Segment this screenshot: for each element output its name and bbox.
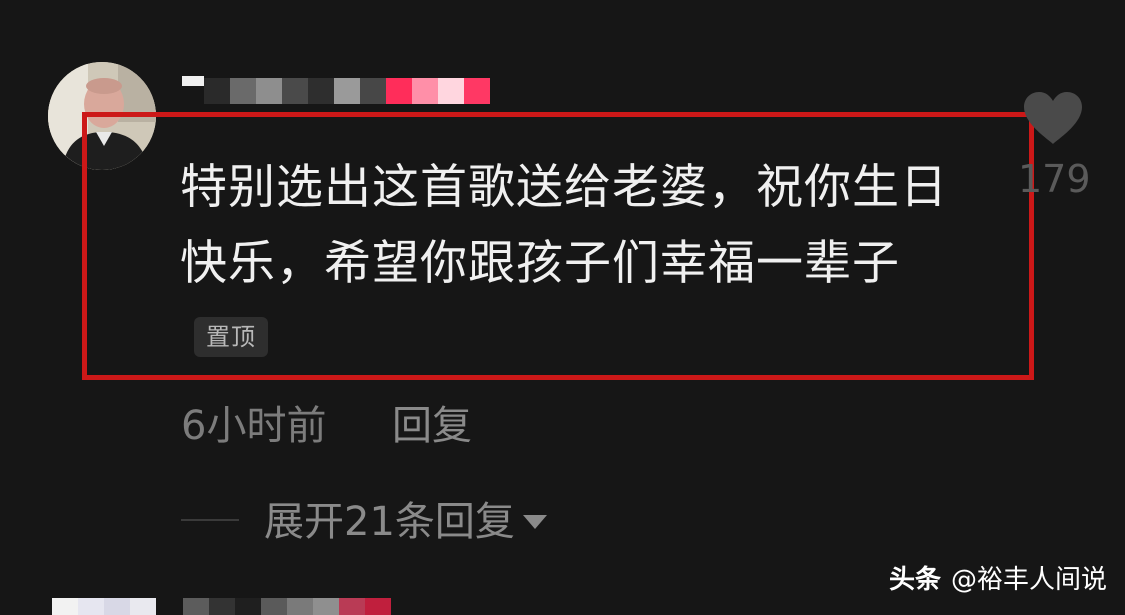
username-mosaic[interactable] [182,76,490,106]
username-pixel [282,78,308,104]
next-name-pixel [365,598,391,615]
username-pixel [360,78,386,104]
comment-body: 特别选出这首歌送给老婆，祝你生日快乐，希望你跟孩子们幸福一辈子置顶 [180,150,960,378]
heart-icon[interactable] [1022,90,1084,146]
like-count: 179 [1018,157,1091,201]
next-avatar-pixel [104,598,130,615]
username-pixel [464,78,490,104]
username-pixel [438,78,464,104]
username-pixel [256,78,282,104]
comment-page: 特别选出这首歌送给老婆，祝你生日快乐，希望你跟孩子们幸福一辈子置顶 179 6小… [0,0,1125,615]
username-pixel [204,78,230,104]
username-pixel [308,78,334,104]
next-name-pixel [339,598,365,615]
expand-divider [181,519,239,521]
username-pixel [230,78,256,104]
watermark-brand: 头条 [888,565,941,595]
pinned-badge: 置顶 [194,317,268,357]
comment-time: 6小时前 [181,403,327,449]
next-name-pixel [209,598,235,615]
username-pixel [412,78,438,104]
next-comment-username-mosaic[interactable] [183,598,391,615]
next-avatar-pixel [130,598,156,615]
watermark-handle: @裕丰人间说 [950,565,1107,595]
triangle-down-icon [522,515,547,529]
avatar-image [48,62,156,170]
comment-text: 特别选出这首歌送给老婆，祝你生日快乐，希望你跟孩子们幸福一辈子 [180,160,948,291]
watermark: 头条 @裕丰人间说 [889,562,1107,598]
user-avatar[interactable] [48,62,156,170]
next-name-pixel [183,598,209,615]
username-pixel [334,78,360,104]
next-avatar-pixel [78,598,104,615]
next-name-pixel [235,598,261,615]
next-avatar-pixel [52,598,78,615]
expand-replies-button[interactable]: 展开21条回复 [264,494,547,550]
reply-button[interactable]: 回复 [392,398,472,454]
next-comment-avatar-mosaic[interactable] [52,598,156,615]
next-name-pixel [313,598,339,615]
next-name-pixel [261,598,287,615]
username-pixel [386,78,412,104]
next-name-pixel [287,598,313,615]
username-pixel [182,76,204,86]
expand-replies-label: 展开21条回复 [264,499,515,545]
